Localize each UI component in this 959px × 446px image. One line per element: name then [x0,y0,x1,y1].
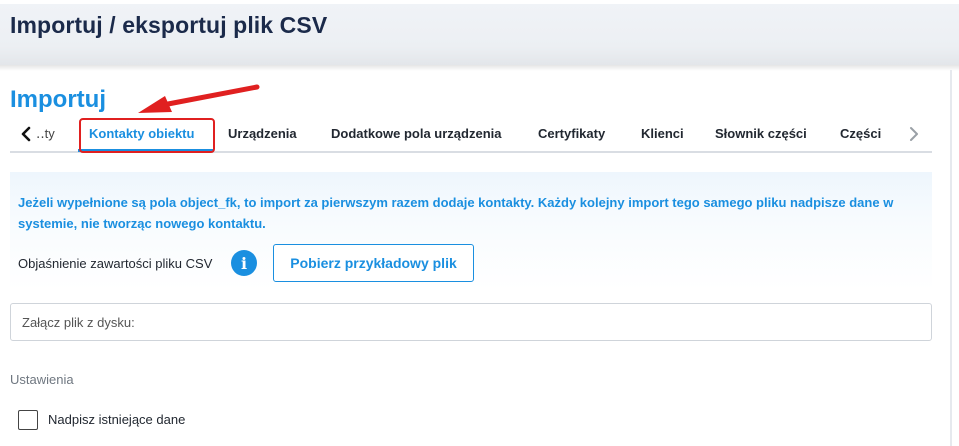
tab-dodatkowe-pola[interactable]: Dodatkowe pola urządzenia [331,126,501,141]
tab-bar: ‥ty Kontakty obiektu Urządzenia Dodatkow… [10,116,932,153]
chevron-right-icon[interactable] [906,125,922,143]
info-icon[interactable]: i [231,250,257,276]
tab-klienci[interactable]: Klienci [641,126,684,141]
settings-label: Ustawienia [10,372,74,387]
tab-kontakty-partial[interactable]: ‥ty [36,126,55,142]
overwrite-checkbox-label[interactable]: Nadpisz istniejące dane [48,412,185,427]
download-sample-button[interactable]: Pobierz przykładowy plik [273,244,474,282]
active-tab-indicator [78,149,214,152]
section-title: Importuj [10,86,106,113]
tab-certyfikaty[interactable]: Certyfikaty [538,126,605,141]
tab-slownik-czesci[interactable]: Słownik części [715,126,807,141]
right-divider [950,70,952,446]
page-title: Importuj / eksportuj plik CSV [10,12,328,38]
chevron-left-icon[interactable] [18,125,34,143]
tab-czesci[interactable]: Części [840,126,881,141]
header-shadow [0,65,959,71]
page-header: Importuj / eksportuj plik CSV [0,0,959,65]
info-panel: Jeżeli wypełnione są pola object_fk, to … [10,172,932,290]
overwrite-checkbox[interactable] [18,410,38,430]
tab-urzadzenia[interactable]: Urządzenia [228,126,297,141]
file-upload-input[interactable] [10,303,932,341]
info-text: Jeżeli wypełnione są pola object_fk, to … [18,195,894,231]
tab-kontakty-obiektu[interactable]: Kontakty obiektu [89,126,194,141]
csv-explanation-label: Objaśnienie zawartości pliku CSV [18,256,213,271]
